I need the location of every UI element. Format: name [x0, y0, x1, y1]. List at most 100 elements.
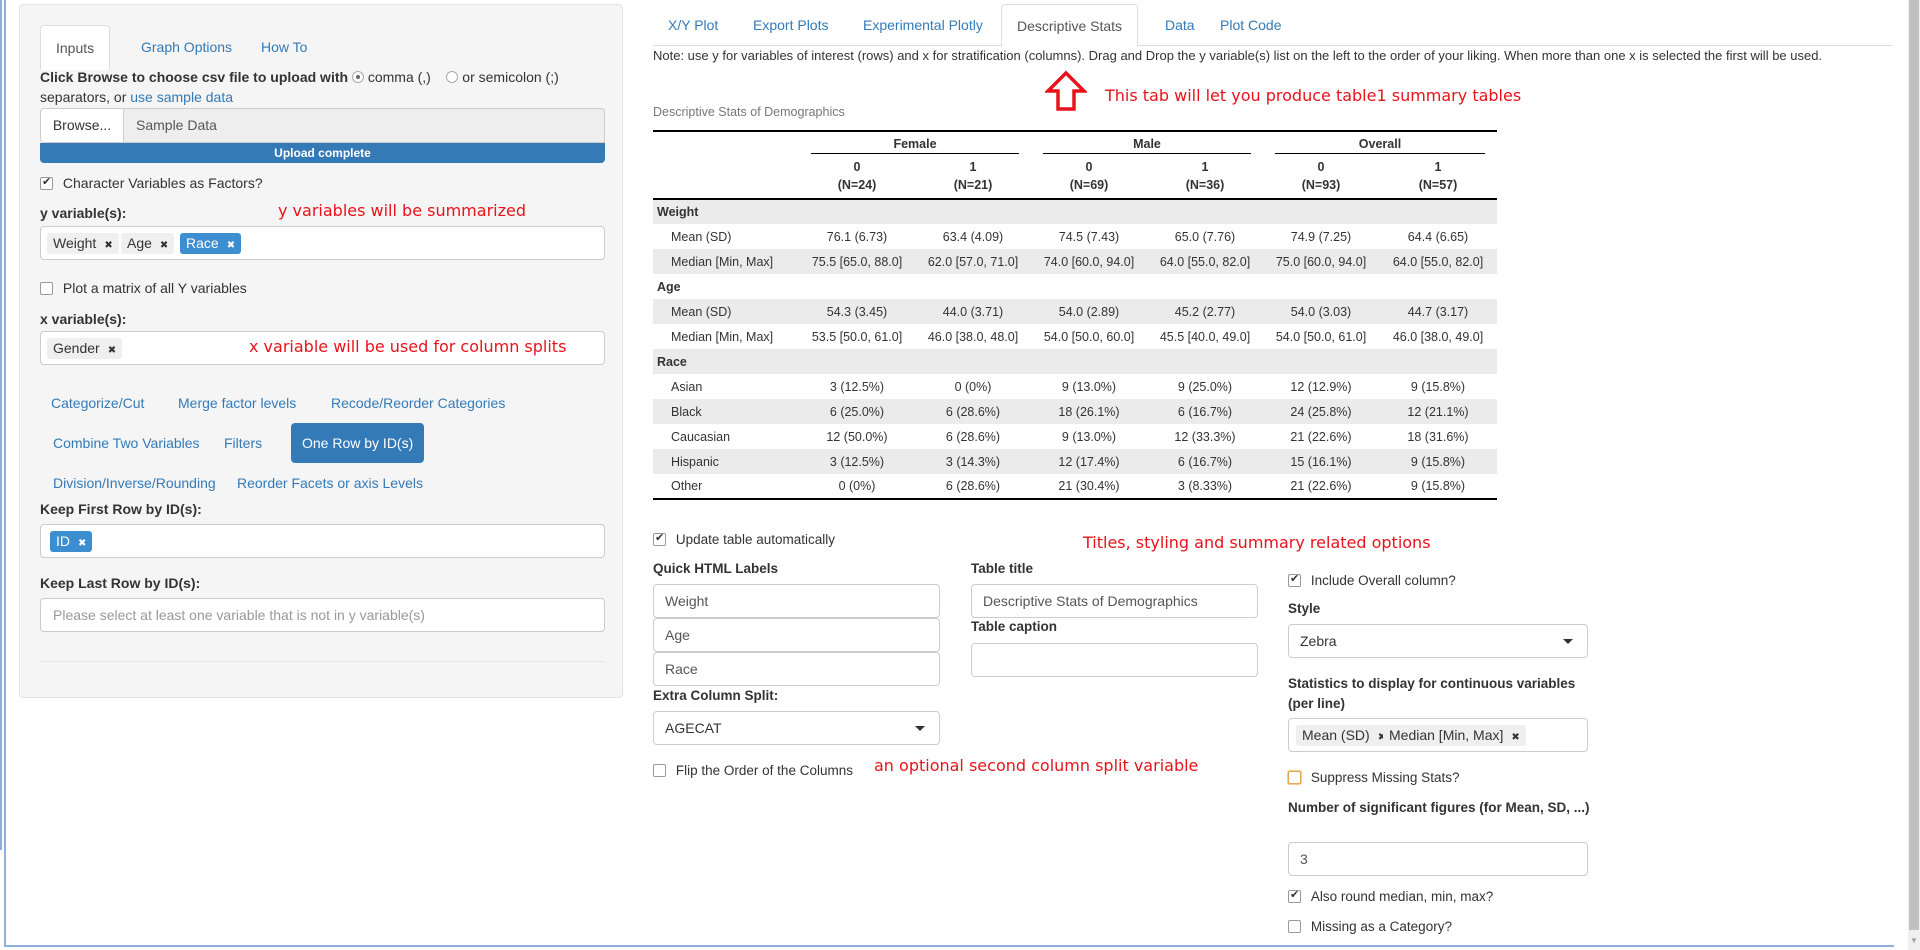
pill-filters[interactable]: Filters — [213, 423, 273, 463]
tab-how-to[interactable]: How To — [246, 25, 322, 70]
missing-category-checkbox[interactable] — [1288, 920, 1301, 933]
table-caption-input[interactable] — [971, 643, 1258, 677]
style-value: Zebra — [1300, 633, 1337, 649]
suppress-missing-checkbox[interactable] — [1288, 771, 1301, 784]
keep-first-label: Keep First Row by ID(s): — [40, 501, 202, 517]
update-auto-checkbox[interactable] — [653, 531, 666, 546]
tab-xy-plot[interactable]: X/Y Plot — [653, 4, 733, 47]
upload-progress-bar: Upload complete — [40, 143, 605, 163]
table-row: Black 6 (25.0%) 6 (28.6%) 18 (26.1%) 6 (16.7… — [653, 399, 1497, 424]
table-cell: 46.0 [38.0, 49.0] — [1392, 329, 1484, 344]
keep-last-select[interactable]: Please select at least one variable that… — [40, 598, 605, 632]
remove-icon[interactable]: ✖ — [78, 538, 86, 549]
table-title-input[interactable]: Descriptive Stats of Demographics — [971, 584, 1258, 618]
table-cell: 3 (12.5%) — [799, 449, 915, 474]
table-cell: 64.0 [55.0, 82.0] — [1379, 249, 1497, 274]
pill-categorize-cut[interactable]: Categorize/Cut — [40, 383, 155, 423]
sub-column-level: 1 — [1434, 160, 1442, 174]
extra-split-dropdown[interactable]: AGECAT — [653, 711, 940, 745]
quick-label-input-race[interactable]: Race — [653, 652, 940, 686]
scroll-down-arrow-icon[interactable]: ▼ — [1908, 936, 1920, 946]
keep-first-select[interactable]: ID ✖ — [40, 524, 605, 558]
quick-label-input-age[interactable]: Age — [653, 618, 940, 652]
pill-division-inverse-rounding[interactable]: Division/Inverse/Rounding — [42, 463, 227, 503]
table-cell — [1379, 199, 1497, 224]
remove-icon[interactable]: ✖ — [104, 240, 112, 251]
tab-experimental-plotly[interactable]: Experimental Plotly — [848, 4, 998, 47]
sig-figs-input[interactable]: 3 — [1288, 842, 1588, 876]
tab-plot-code[interactable]: Plot Code — [1205, 4, 1296, 47]
table-cell: 0 (0%) — [799, 474, 915, 500]
pill-recode-reorder[interactable]: Recode/Reorder Categories — [320, 383, 516, 423]
table-cell — [1031, 349, 1147, 374]
style-dropdown[interactable]: Zebra — [1288, 624, 1588, 658]
radio-comma[interactable] — [351, 71, 364, 83]
stats-display-select[interactable]: Mean (SD) ✖ Median [Min, Max] ✖ — [1288, 718, 1588, 752]
quick-label-input-weight[interactable]: Weight — [653, 584, 940, 618]
vertical-scrollbar[interactable]: ▼ — [1908, 0, 1920, 950]
char-factors-label: Character Variables as Factors? — [62, 175, 263, 191]
y-chip-race[interactable]: Race ✖ — [180, 233, 242, 254]
remove-icon[interactable]: ✖ — [108, 345, 116, 356]
window-frame-inner-left — [4, 0, 6, 947]
scrollbar-thumb[interactable] — [1909, 0, 1919, 930]
table-row: Other 0 (0%) 6 (28.6%) 21 (30.4%) 3 (8.33%) 2… — [653, 474, 1497, 500]
table-cell: 21 (22.6%) — [1263, 474, 1379, 500]
x-variables-select[interactable]: Gender ✖ x variable will be used for colu… — [40, 331, 605, 365]
tab-export-plots[interactable]: Export Plots — [738, 4, 843, 47]
tab-descriptive-stats[interactable]: Descriptive Stats — [1001, 4, 1139, 47]
plot-matrix-checkbox[interactable] — [40, 282, 53, 295]
table-cell — [1379, 274, 1497, 299]
x-variables-annotation: x variable will be used for column split… — [249, 337, 567, 356]
table-cell: 18 (31.6%) — [1407, 429, 1469, 444]
radio-semicolon[interactable] — [446, 71, 459, 83]
tab-inputs[interactable]: Inputs — [40, 25, 111, 70]
table-cell — [1263, 199, 1379, 224]
file-name-field: Sample Data — [123, 108, 605, 143]
y-variables-label: y variable(s): — [40, 205, 127, 221]
keep-first-chip-id[interactable]: ID ✖ — [50, 531, 93, 552]
row-label: Asian — [671, 379, 703, 394]
sub-column-level: 0 — [1085, 160, 1093, 174]
y-chip-age[interactable]: Age ✖ — [121, 233, 175, 254]
extra-split-value: AGECAT — [665, 720, 722, 736]
table-row: Mean (SD) 54.3 (3.45) 44.0 (3.71) 54.0 (2.8… — [653, 299, 1497, 324]
sig-figs-label: Number of significant figures (for Mean,… — [1288, 800, 1590, 815]
remove-icon[interactable]: ✖ — [1511, 732, 1519, 743]
table-cell: 21 (22.6%) — [1290, 429, 1352, 444]
remove-icon[interactable]: ✖ — [227, 240, 235, 251]
round-median-checkbox[interactable] — [1288, 888, 1301, 903]
use-sample-data-link[interactable]: use sample data — [130, 89, 233, 105]
stats-chip-median-min-max[interactable]: Median [Min, Max] ✖ — [1383, 725, 1526, 746]
flip-order-checkbox[interactable] — [653, 764, 666, 777]
quick-labels-label: Quick HTML Labels — [653, 561, 779, 576]
table-cell: 12 (12.9%) — [1290, 379, 1352, 394]
x-variables-label: x variable(s): — [40, 311, 127, 327]
char-factors-checkbox[interactable] — [40, 175, 53, 190]
x-chip-gender[interactable]: Gender ✖ — [47, 338, 123, 359]
missing-category-label: Missing as a Category? — [1310, 919, 1452, 934]
y-chip-weight[interactable]: Weight ✖ — [47, 233, 119, 254]
table-cell: 62.0 [57.0, 71.0] — [915, 249, 1031, 274]
pill-merge-factor-levels[interactable]: Merge factor levels — [167, 383, 307, 423]
stats-chip-mean-sd[interactable]: Mean (SD) ✖ — [1296, 725, 1393, 746]
pill-one-row-by-id[interactable]: One Row by ID(s) — [291, 423, 425, 463]
pill-combine-two-variables[interactable]: Combine Two Variables — [42, 423, 211, 463]
chevron-down-icon — [915, 726, 925, 731]
y-variables-select[interactable]: Weight ✖ Age ✖ Race ✖ — [40, 226, 605, 260]
tab-data[interactable]: Data — [1150, 4, 1210, 47]
table-cell: 54.0 (2.89) — [1031, 299, 1147, 324]
tab-graph-options[interactable]: Graph Options — [126, 25, 247, 70]
remove-icon[interactable]: ✖ — [160, 240, 168, 251]
sub-column-level: 0 — [1317, 160, 1325, 174]
table-cell — [1147, 199, 1263, 224]
sub-column-n: (N=36) — [1185, 178, 1225, 192]
table-cell — [1147, 274, 1263, 299]
browse-button[interactable]: Browse... — [40, 108, 124, 143]
include-overall-checkbox[interactable] — [1288, 572, 1301, 587]
table-cell: 65.0 (7.76) — [1174, 229, 1236, 244]
pill-reorder-facets[interactable]: Reorder Facets or axis Levels — [226, 463, 434, 503]
x-chip-gender-label: Gender — [53, 340, 100, 356]
update-auto-label: Update table automatically — [675, 532, 835, 547]
file-upload: Browse... Sample Data — [40, 108, 605, 143]
